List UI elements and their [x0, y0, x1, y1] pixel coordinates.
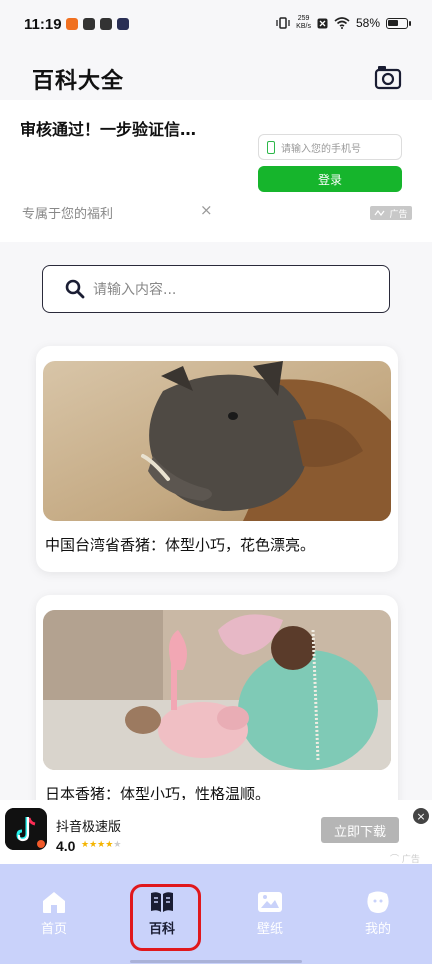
battery-percent: 58% [355, 16, 380, 30]
nav-item-profile[interactable]: 我的 [348, 890, 408, 937]
ad-network-icon [375, 210, 385, 216]
star-empty-icon: ★ [113, 840, 122, 850]
status-time: 11:19 [24, 16, 62, 33]
network-speed-value: 259 [297, 15, 310, 22]
ad-banner[interactable]: 审核通过！一步验证信… 请输入您的手机号 登录 专属于您的福利 × 广告 [0, 100, 432, 242]
notification-app-icon [100, 18, 112, 30]
card-caption: 中国台湾省香猪：体型小巧，花色漂亮。 [45, 536, 316, 554]
status-indicators: 259 KB/s 58% [276, 15, 411, 31]
app-ad-close-button[interactable]: × [413, 808, 429, 824]
douyin-logo-icon [5, 808, 47, 850]
nav-item-home[interactable]: 首页 [24, 890, 84, 937]
encyclopedia-card[interactable]: 日本香猪：体型小巧，性格温顺。 [36, 595, 398, 815]
ad-close-button[interactable]: × [200, 201, 213, 219]
login-button[interactable]: 登录 [258, 166, 402, 192]
encyclopedia-card[interactable]: 中国台湾省香猪：体型小巧，花色漂亮。 [36, 346, 398, 572]
wifi-icon [334, 17, 350, 29]
ad-headline: 审核通过！一步验证信… [20, 120, 197, 139]
app-install-ad[interactable]: 抖音极速版 4.0 ★★★★★ 立即下载 × ⌒ 广告 [0, 800, 432, 865]
bottom-nav: 首页 百科 壁纸 我的 [0, 864, 432, 964]
app-name: 抖音极速版 [56, 820, 122, 835]
search-icon [65, 279, 85, 299]
battery-icon [386, 17, 411, 29]
card-image-warthog [43, 361, 391, 521]
ad-tag-label: 广告 [389, 209, 408, 220]
nav-label: 壁纸 [256, 922, 283, 937]
camera-icon[interactable] [374, 64, 402, 90]
page-title: 百科大全 [32, 69, 125, 94]
search-placeholder: 请输入内容... [93, 282, 177, 298]
network-speed: 259 KB/s [296, 15, 311, 31]
battery-level [388, 19, 398, 26]
ad-tag: 广告 [370, 206, 412, 220]
picture-icon [258, 892, 282, 912]
notification-app-icon [117, 18, 129, 30]
nav-selection-highlight [130, 884, 201, 951]
card-image-piglet-child [43, 610, 391, 770]
nav-item-wallpaper[interactable]: 壁纸 [240, 890, 300, 937]
notification-app-icon [66, 18, 78, 30]
notification-icons [66, 18, 129, 30]
nav-label: 首页 [40, 922, 67, 937]
profile-icon [367, 891, 389, 913]
app-rating: 4.0 [56, 838, 76, 854]
phone-number-input[interactable]: 请输入您的手机号 [258, 134, 402, 160]
ad-subtitle: 专属于您的福利 [22, 207, 114, 222]
home-icon [43, 892, 65, 913]
notification-app-icon [83, 18, 95, 30]
status-bar: 11:19 259 KB/s 58% [0, 0, 432, 52]
download-button[interactable]: 立即下载 [321, 817, 399, 843]
phone-icon [267, 140, 275, 154]
nav-label: 我的 [364, 922, 391, 937]
no-signal-icon [317, 18, 328, 28]
star-icon: ★ [81, 840, 90, 850]
star-icon: ★ [89, 840, 98, 850]
app-rating-stars: ★★★★★ [81, 840, 121, 850]
search-input[interactable]: 请输入内容... [42, 265, 390, 313]
network-speed-unit: KB/s [296, 23, 311, 30]
home-indicator [130, 960, 302, 963]
vibrate-icon [276, 17, 290, 29]
phone-input-placeholder: 请输入您的手机号 [281, 143, 361, 155]
